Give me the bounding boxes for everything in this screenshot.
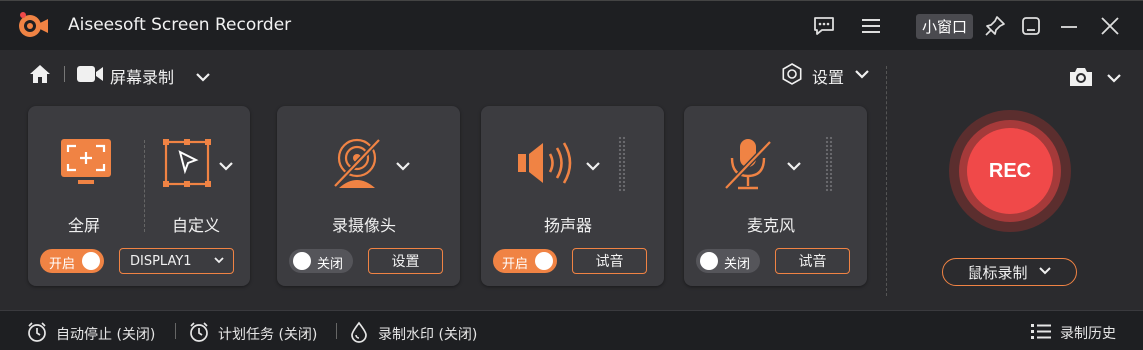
- recording-mode-label[interactable]: 屏幕录制: [110, 64, 174, 88]
- app-logo-icon: [16, 9, 50, 41]
- screenshot-camera-icon[interactable]: [1068, 66, 1094, 88]
- home-icon[interactable]: [28, 62, 52, 86]
- panel-divider: [144, 140, 145, 232]
- minimize-icon[interactable]: [1056, 13, 1082, 39]
- recording-history-label: 录制历史: [1060, 326, 1116, 342]
- mini-window-button[interactable]: 小窗口: [916, 14, 973, 39]
- feedback-icon[interactable]: [811, 13, 837, 39]
- microphone-volume-meter: [825, 136, 833, 192]
- mouse-record-label: 鼠标录制: [967, 263, 1028, 282]
- schedule-task-label: 计划任务 (关闭): [218, 327, 318, 343]
- watermark-button[interactable]: 录制水印 (关闭): [348, 321, 477, 347]
- speaker-label: 扬声器: [544, 216, 593, 235]
- speaker-volume-meter: [618, 136, 626, 192]
- toggle-knob: [293, 252, 311, 270]
- webcam-label: 录摄像头: [332, 216, 397, 235]
- microphone-label: 麦克风: [747, 216, 796, 235]
- chevron-down-icon[interactable]: [192, 66, 214, 88]
- menu-icon[interactable]: [858, 13, 884, 39]
- microphone-off-icon[interactable]: [722, 136, 774, 192]
- list-icon: [1030, 321, 1052, 345]
- settings-menu[interactable]: 设置: [780, 62, 872, 90]
- recording-history-button[interactable]: 录制历史: [1030, 321, 1116, 345]
- title-bar: Aiseesoft Screen Recorder 小窗口: [0, 0, 1143, 50]
- auto-stop-button[interactable]: 自动停止 (关闭): [26, 321, 155, 347]
- toggle-label: 开启: [502, 257, 529, 272]
- toggle-label: 关闭: [724, 257, 751, 272]
- section-divider: [886, 66, 887, 296]
- chevron-down-icon[interactable]: [216, 156, 236, 176]
- toggle-label: 关闭: [317, 257, 344, 272]
- chevron-down-icon[interactable]: [784, 156, 804, 176]
- alarm-clock-icon: [26, 321, 48, 347]
- webcam-toggle[interactable]: 关闭: [289, 249, 353, 273]
- chevron-down-icon: [852, 64, 872, 88]
- compact-mode-icon[interactable]: [1018, 13, 1044, 39]
- chevron-down-icon[interactable]: [393, 156, 413, 176]
- chevron-down-icon[interactable]: [1104, 68, 1124, 88]
- bottom-divider: [336, 323, 337, 339]
- webcam-settings-button[interactable]: 设置: [368, 248, 443, 274]
- pin-icon[interactable]: [982, 13, 1008, 39]
- speaker-icon[interactable]: [517, 140, 575, 186]
- display-panel: 全屏 自定义 开启 DISPLAY1: [28, 106, 250, 286]
- microphone-toggle[interactable]: 关闭: [696, 249, 760, 273]
- rec-button[interactable]: REC: [967, 128, 1053, 214]
- mouse-record-button[interactable]: 鼠标录制: [942, 258, 1077, 286]
- speaker-toggle[interactable]: 开启: [493, 249, 557, 273]
- chevron-down-icon[interactable]: [583, 156, 603, 176]
- chevron-down-icon: [1038, 263, 1052, 281]
- settings-gear-icon: [780, 62, 804, 90]
- schedule-task-button[interactable]: 计划任务 (关闭): [188, 321, 317, 347]
- fullscreen-label: 全屏: [68, 216, 101, 235]
- custom-region-icon[interactable]: [162, 138, 214, 190]
- fullscreen-icon[interactable]: [60, 138, 112, 188]
- chevron-down-icon: [213, 254, 225, 266]
- microphone-panel: 麦克风 关闭 试音: [684, 106, 867, 286]
- speaker-test-button[interactable]: 试音: [572, 248, 647, 274]
- speaker-panel: 扬声器 开启 试音: [481, 106, 664, 286]
- webcam-off-icon[interactable]: [329, 136, 385, 192]
- toggle-knob: [82, 252, 100, 270]
- display-select-value: DISPLAY1: [130, 253, 192, 269]
- webcam-panel: 录摄像头 关闭 设置: [277, 106, 460, 286]
- toggle-knob: [535, 252, 553, 270]
- app-title: Aiseesoft Screen Recorder: [68, 15, 292, 35]
- microphone-test-button[interactable]: 试音: [775, 248, 850, 274]
- display-toggle[interactable]: 开启: [40, 249, 104, 273]
- water-drop-icon: [348, 321, 370, 347]
- schedule-clock-icon: [188, 321, 210, 347]
- bottom-divider: [175, 323, 176, 339]
- custom-label: 自定义: [172, 216, 221, 235]
- toggle-knob: [700, 252, 718, 270]
- toggle-label: 开启: [49, 257, 76, 272]
- auto-stop-label: 自动停止 (关闭): [56, 327, 156, 343]
- close-icon[interactable]: [1097, 13, 1123, 39]
- watermark-label: 录制水印 (关闭): [378, 327, 478, 343]
- bottom-bar: 自动停止 (关闭) 计划任务 (关闭) 录制水印 (关闭) 录制历史: [0, 310, 1143, 350]
- settings-label: 设置: [812, 68, 845, 87]
- video-camera-icon: [76, 64, 104, 84]
- nav-divider: [64, 66, 65, 82]
- display-select[interactable]: DISPLAY1: [119, 248, 234, 274]
